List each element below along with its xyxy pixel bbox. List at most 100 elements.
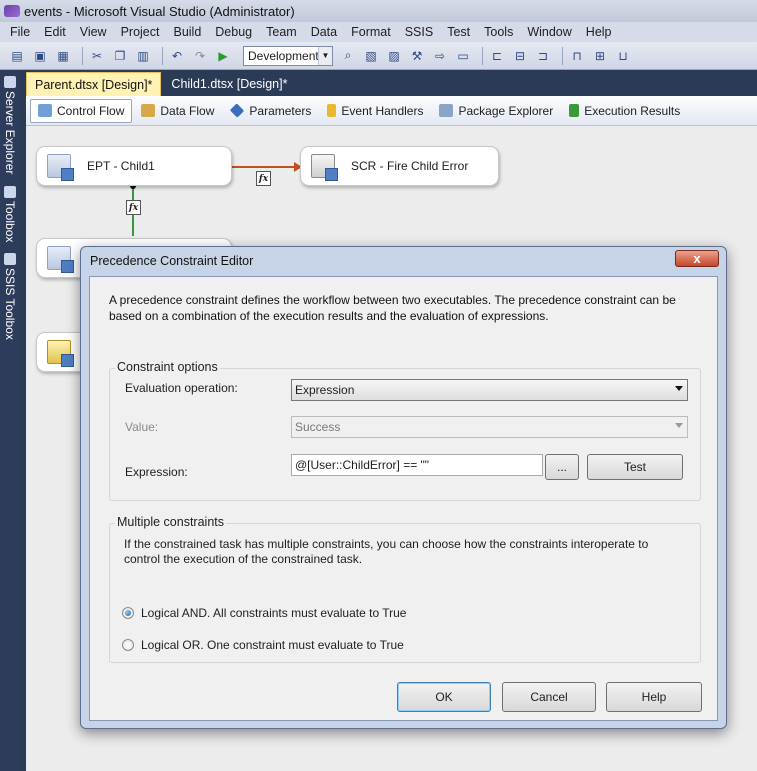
menu-bar: File Edit View Project Build Debug Team … (0, 22, 757, 42)
task-ept-child1[interactable]: EPT - Child1 (36, 146, 232, 186)
menu-edit[interactable]: Edit (38, 25, 74, 39)
new-project-icon[interactable]: ▤ (8, 47, 26, 65)
menu-ssis[interactable]: SSIS (399, 25, 442, 39)
tab-control-flow[interactable]: Control Flow (30, 98, 133, 123)
chevron-down-icon (675, 386, 683, 391)
toolbox-tab[interactable]: Toolbox (1, 186, 19, 242)
menu-build[interactable]: Build (167, 25, 209, 39)
save-all-icon[interactable]: ▦ (54, 47, 72, 65)
parameters-icon (230, 103, 245, 118)
toolbar-separator (162, 46, 163, 65)
tab-event-handlers-label: Event Handlers (341, 103, 424, 118)
execution-results-icon (569, 104, 580, 117)
cancel-button[interactable]: Cancel (502, 682, 596, 712)
menu-tools[interactable]: Tools (478, 25, 521, 39)
dialog-title: Precedence Constraint Editor (90, 254, 254, 268)
data-flow-icon (141, 104, 156, 117)
toolbox-icon (4, 186, 16, 198)
undo-icon[interactable]: ↶ (168, 47, 186, 65)
ssis-toolbox-label: SSIS Toolbox (3, 268, 17, 340)
align-bottom-icon[interactable]: ⊔ (614, 47, 632, 65)
multiple-constraints-group: Multiple constraints If the constrained … (109, 515, 701, 663)
menu-file[interactable]: File (4, 25, 38, 39)
server-explorer-tab[interactable]: Server Explorer (1, 76, 19, 174)
find-icon[interactable]: ⌕ (339, 47, 357, 65)
close-button[interactable]: x (675, 250, 719, 267)
database-task-icon (47, 340, 74, 367)
properties-icon[interactable]: ▨ (385, 47, 403, 65)
ok-button[interactable]: OK (397, 682, 491, 712)
evaluation-operation-value: Expression (295, 383, 355, 397)
logical-and-label[interactable]: Logical AND. All constraints must evalua… (141, 606, 406, 620)
tab-package-explorer-label: Package Explorer (458, 103, 554, 118)
dialog-body: A precedence constraint defines the work… (89, 276, 718, 721)
tab-data-flow-label: Data Flow (160, 103, 215, 118)
multiple-constraints-title: Multiple constraints (115, 515, 226, 529)
task-scr-fire-child-error[interactable]: SCR - Fire Child Error (300, 146, 499, 186)
expression-fx-icon[interactable]: fx (126, 200, 141, 215)
save-icon[interactable]: ▣ (31, 47, 49, 65)
document-tabs: Parent.dtsx [Design]* Child1.dtsx [Desig… (20, 70, 757, 96)
menu-team[interactable]: Team (260, 25, 305, 39)
solution-configuration-combo[interactable]: Development ▼ (243, 45, 333, 66)
copy-icon[interactable]: ❐ (111, 47, 129, 65)
package-icon[interactable]: ▧ (362, 47, 380, 65)
logical-or-label[interactable]: Logical OR. One constraint must evaluate… (141, 638, 404, 652)
logical-or-radio[interactable] (122, 639, 134, 651)
tab-data-flow[interactable]: Data Flow (134, 99, 221, 123)
task-scr-fire-child-error-label: SCR - Fire Child Error (351, 159, 469, 173)
align-middle-icon[interactable]: ⊞ (591, 47, 609, 65)
menu-format[interactable]: Format (345, 25, 399, 39)
menu-window[interactable]: Window (521, 25, 579, 39)
start-debugging-icon[interactable]: ▶ (214, 47, 232, 65)
layout-icon[interactable]: ▭ (454, 47, 472, 65)
constraint-options-group: Constraint options Evaluation operation:… (109, 360, 701, 501)
title-bar: events - Microsoft Visual Studio (Admini… (0, 0, 757, 22)
window-title: events - Microsoft Visual Studio (Admini… (24, 3, 295, 19)
precedence-constraint-editor-dialog: Precedence Constraint Editor x A precede… (80, 246, 727, 729)
redo-icon[interactable]: ↷ (191, 47, 209, 65)
expression-fx-icon[interactable]: fx (256, 171, 271, 186)
menu-test[interactable]: Test (441, 25, 478, 39)
menu-help[interactable]: Help (580, 25, 620, 39)
align-top-icon[interactable]: ⊓ (568, 47, 586, 65)
toolbox-label: Toolbox (3, 201, 17, 243)
test-button[interactable]: Test (587, 454, 683, 480)
logical-and-radio[interactable] (122, 607, 134, 619)
menu-data[interactable]: Data (305, 25, 345, 39)
cut-icon[interactable]: ✂ (88, 47, 106, 65)
package-explorer-icon (439, 104, 454, 117)
align-center-icon[interactable]: ⊟ (511, 47, 529, 65)
ssis-toolbox-tab[interactable]: SSIS Toolbox (1, 253, 19, 340)
doc-tab-parent[interactable]: Parent.dtsx [Design]* (26, 72, 162, 96)
event-handlers-icon (327, 104, 337, 117)
dialog-description: A precedence constraint defines the work… (109, 293, 676, 323)
help-button[interactable]: Help (606, 682, 702, 712)
menu-project[interactable]: Project (115, 25, 168, 39)
expression-builder-button[interactable]: ... (545, 454, 579, 480)
tools-icon[interactable]: ⚒ (408, 47, 426, 65)
tab-execution-results[interactable]: Execution Results (562, 99, 687, 123)
toolbar-separator (562, 46, 563, 65)
evaluation-operation-select[interactable]: Expression (291, 379, 688, 401)
tab-event-handlers[interactable]: Event Handlers (320, 99, 430, 123)
chevron-down-icon (675, 423, 683, 428)
align-right-icon[interactable]: ⊐ (534, 47, 552, 65)
server-explorer-icon (4, 76, 16, 88)
evaluation-operation-label: Evaluation operation: (125, 381, 238, 395)
expression-input[interactable]: @[User::ChildError] == "" (291, 454, 543, 476)
menu-view[interactable]: View (74, 25, 115, 39)
control-flow-icon (38, 104, 52, 117)
tab-execution-results-label: Execution Results (584, 103, 681, 118)
tab-parameters[interactable]: Parameters (223, 99, 318, 123)
visual-studio-logo-icon (4, 5, 20, 17)
align-left-icon[interactable]: ⊏ (488, 47, 506, 65)
execute-package-task-icon (47, 246, 74, 273)
paste-icon[interactable]: ▥ (134, 47, 152, 65)
menu-debug[interactable]: Debug (209, 25, 260, 39)
tab-package-explorer[interactable]: Package Explorer (432, 99, 560, 123)
value-select: Success (291, 416, 688, 438)
doc-tab-child1[interactable]: Child1.dtsx [Design]* (163, 72, 295, 96)
task-ept-child1-label: EPT - Child1 (87, 159, 155, 173)
export-icon[interactable]: ⇨ (431, 47, 449, 65)
